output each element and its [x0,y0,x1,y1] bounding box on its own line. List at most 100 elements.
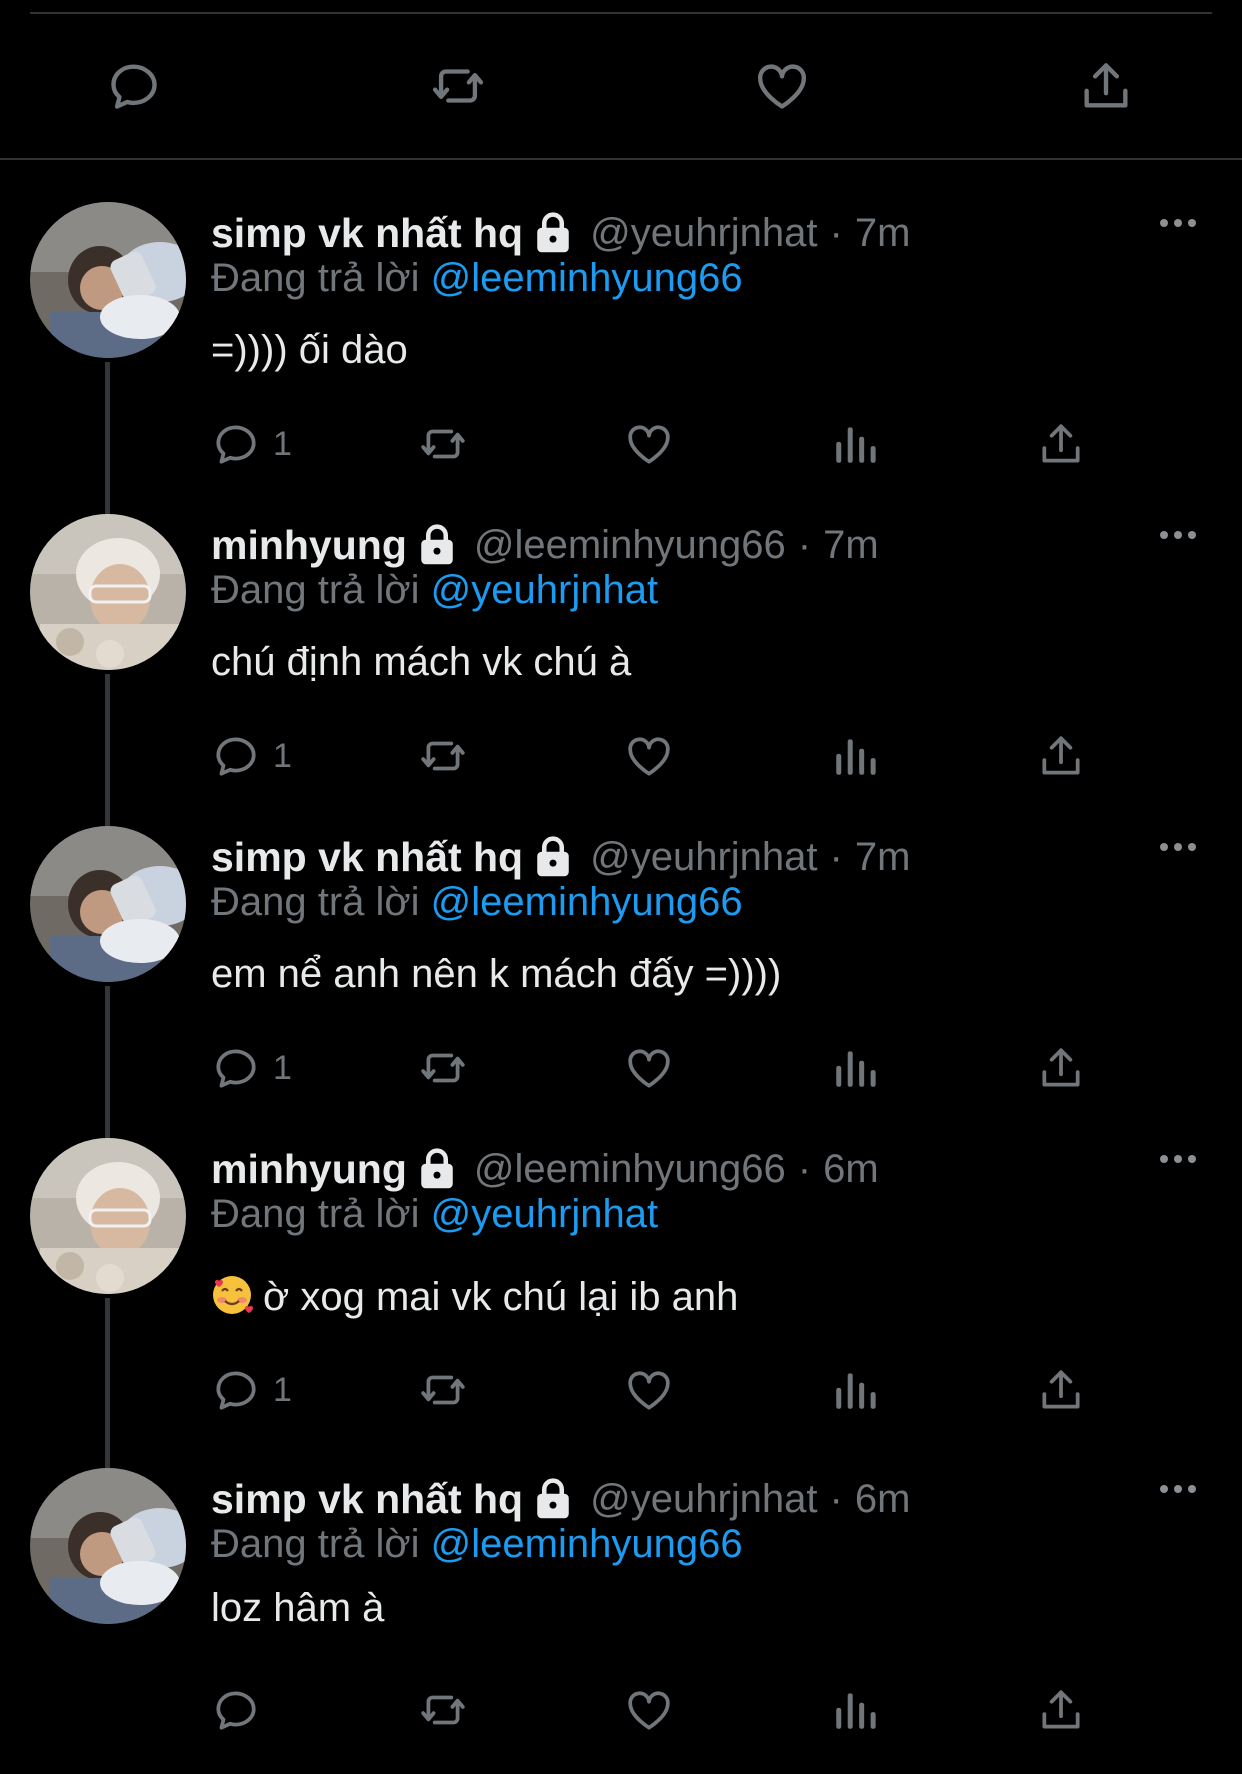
tweet-header: simp vk nhất hq @yeuhrjnhat · 6m [211,1474,910,1524]
like-button[interactable] [624,1680,674,1740]
avatar[interactable] [30,514,186,670]
reply-button[interactable]: 1 [211,1038,292,1098]
like-button[interactable] [624,1038,674,1098]
reply-button[interactable] [102,54,166,118]
share-button[interactable] [1036,1680,1086,1740]
replying-to: Đang trả lời @leeminhyung66 [211,1522,743,1567]
reply-count: 1 [273,736,292,775]
more-options-icon[interactable] [1158,840,1198,854]
username-handle[interactable]: @leeminhyung66 [474,523,786,568]
analytics-icon [830,1043,880,1093]
share-button[interactable] [1036,726,1086,786]
tweet-actions: 1 [0,414,1242,474]
mention-link[interactable]: @leeminhyung66 [431,880,743,924]
like-button[interactable] [624,726,674,786]
username-handle[interactable]: @yeuhrjnhat [590,211,817,256]
more-options-icon[interactable] [1158,528,1198,542]
mention-link[interactable]: @yeuhrjnhat [431,1192,658,1236]
tweet-text-content: chú định mách vk chú à [211,640,632,684]
share-button[interactable] [1036,414,1086,474]
avatar[interactable] [30,202,186,358]
retweet-icon [418,1365,468,1415]
display-name[interactable]: minhyung [211,1146,407,1193]
view-analytics-button[interactable] [830,414,880,474]
tweet-header: minhyung @leeminhyung66 · 6m [211,1144,879,1194]
retweet-button[interactable] [418,414,468,474]
username-handle[interactable]: @yeuhrjnhat [590,1477,817,1522]
display-name[interactable]: simp vk nhất hq [211,834,523,881]
like-button[interactable] [750,54,814,118]
reply-button[interactable]: 1 [211,726,292,786]
analytics-icon [830,731,880,781]
lock-icon [532,210,574,256]
timestamp[interactable]: 6m [855,1477,911,1522]
tweet-header: simp vk nhất hq @yeuhrjnhat · 7m [211,208,910,258]
share-icon [1036,731,1086,781]
tweet[interactable]: simp vk nhất hq @yeuhrjnhat · 7m Đang tr… [0,826,1242,1144]
separator-dot: · [829,210,843,255]
reply-button[interactable] [211,1680,273,1740]
replying-to-label: Đang trả lời [211,1192,420,1236]
reply-icon [111,64,157,109]
avatar[interactable] [30,826,186,982]
avatar[interactable] [30,1468,186,1624]
replying-to: Đang trả lời @yeuhrjnhat [211,568,658,613]
more-options-icon[interactable] [1158,1152,1198,1166]
share-icon [1084,63,1128,108]
display-name[interactable]: simp vk nhất hq [211,210,523,257]
like-button[interactable] [624,1360,674,1420]
replying-to: Đang trả lời @leeminhyung66 [211,256,743,301]
reply-button[interactable]: 1 [211,1360,292,1420]
retweet-button[interactable] [418,1680,468,1740]
lock-icon [532,834,574,880]
share-button[interactable] [1036,1038,1086,1098]
replying-to-label: Đang trả lời [211,1522,420,1566]
retweet-button[interactable] [418,1360,468,1420]
tweet[interactable]: simp vk nhất hq @yeuhrjnhat · 7m Đang tr… [0,202,1242,520]
share-button[interactable] [1036,1360,1086,1420]
replying-to-label: Đang trả lời [211,880,420,924]
timestamp[interactable]: 7m [823,523,879,568]
mention-link[interactable]: @yeuhrjnhat [431,568,658,612]
view-analytics-button[interactable] [830,726,880,786]
avatar[interactable] [30,1138,186,1294]
reply-button[interactable]: 1 [211,414,292,474]
display-name[interactable]: simp vk nhất hq [211,1476,523,1523]
tweet-actions: 1 [0,726,1242,786]
timestamp[interactable]: 7m [855,211,911,256]
tweet[interactable]: simp vk nhất hq @yeuhrjnhat · 6m Đang tr… [0,1468,1242,1774]
tweet[interactable]: minhyung @leeminhyung66 · 7m Đang trả lờ… [0,514,1242,832]
more-options-icon[interactable] [1158,1482,1198,1496]
retweet-button[interactable] [418,726,468,786]
tweet-text-content: em nể anh nên k mách đấy =)))) [211,952,782,996]
more-options-icon[interactable] [1158,216,1198,230]
like-button[interactable] [624,414,674,474]
display-name[interactable]: minhyung [211,522,407,569]
username-handle[interactable]: @leeminhyung66 [474,1147,786,1192]
view-analytics-button[interactable] [830,1680,880,1740]
username-handle[interactable]: @yeuhrjnhat [590,835,817,880]
retweet-button[interactable] [418,1038,468,1098]
heart-icon [758,64,806,109]
lock-icon [416,522,458,568]
retweet-icon [418,1043,468,1093]
separator-dot: · [797,1146,812,1191]
share-icon [1036,1043,1086,1093]
tweet-actions [0,1680,1242,1740]
view-analytics-button[interactable] [830,1038,880,1098]
timestamp[interactable]: 7m [855,835,911,880]
timestamp[interactable]: 6m [823,1147,879,1192]
view-analytics-button[interactable] [830,1360,880,1420]
retweet-button[interactable] [426,54,490,118]
reply-count: 1 [273,1048,292,1087]
separator-dot: · [829,834,843,879]
share-button[interactable] [1074,54,1138,118]
replying-to: Đang trả lời @yeuhrjnhat [211,1192,658,1237]
tweet[interactable]: minhyung @leeminhyung66 · 6m Đang trả lờ… [0,1138,1242,1474]
reply-count: 1 [273,1370,292,1409]
mention-link[interactable]: @leeminhyung66 [431,256,743,300]
analytics-icon [830,1685,880,1735]
reply-count: 1 [273,424,292,463]
replying-to: Đang trả lời @leeminhyung66 [211,880,743,925]
mention-link[interactable]: @leeminhyung66 [431,1522,743,1566]
